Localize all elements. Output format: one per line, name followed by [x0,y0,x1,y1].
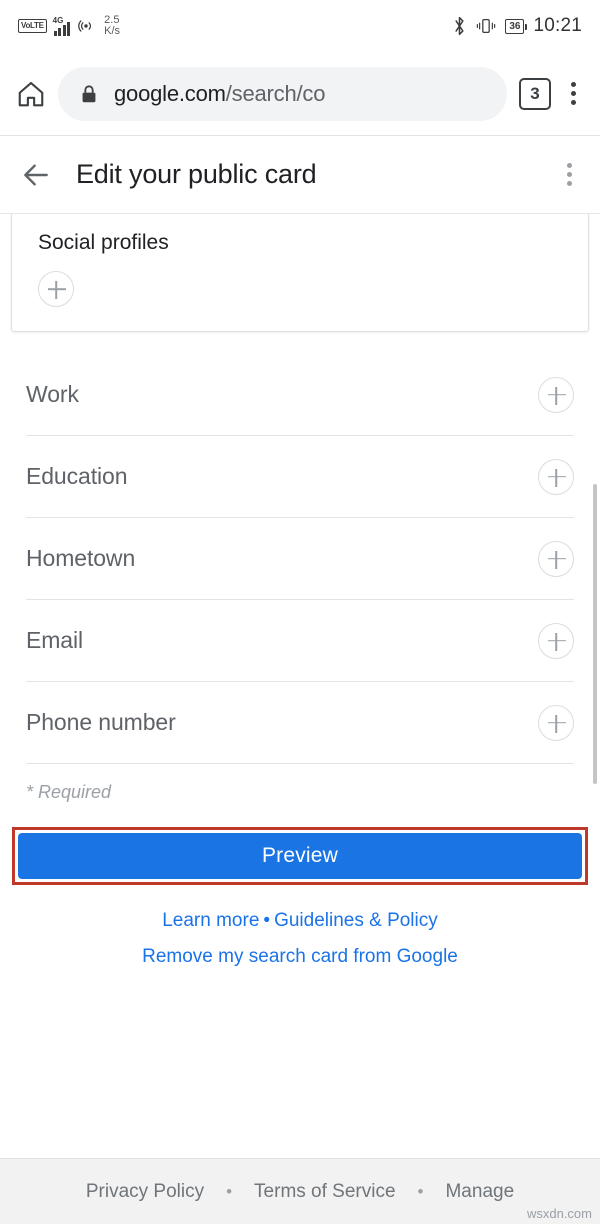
field-label-education: Education [26,463,128,489]
phone-screen: VoLTE 4G 2.5 K/s 36 10:21 google.com/sea… [0,0,600,1224]
footer-links: Learn more • Guidelines & Policy Remove my… [0,903,600,975]
add-phone-number-button[interactable] [538,704,574,741]
status-bar-left: VoLTE 4G 2.5 K/s [18,15,120,37]
vertical-scrollbar[interactable] [593,484,597,784]
lock-icon [82,84,96,102]
clock-label: 10:21 [533,15,582,36]
add-education-button[interactable] [538,458,574,495]
terms-of-service-link[interactable]: Terms of Service [254,1181,395,1203]
hotspot-icon [78,20,92,32]
field-label-work: Work [26,381,79,407]
data-rate-indicator: 2.5 K/s [104,15,120,37]
field-label-email: Email [26,627,84,653]
bluetooth-icon [455,16,464,36]
address-bar[interactable]: google.com/search/co [58,66,507,121]
table-row[interactable]: Email [26,600,574,682]
add-hometown-button[interactable] [538,540,574,577]
watermark-label: wsxdn.com [526,1206,592,1221]
required-note: * Required [26,782,112,802]
field-list: Work Education Hometown Email Phone numb… [0,354,600,764]
network-generation-label: 4G [52,15,64,25]
field-label-phone-number: Phone number [26,709,176,735]
url-domain: google.com [114,80,226,106]
social-profiles-card: Social profiles [11,214,589,332]
add-social-profile-button[interactable] [38,271,74,307]
table-row[interactable]: Education [26,436,574,518]
guidelines-policy-link[interactable]: Guidelines & Policy [274,910,438,931]
remove-card-line: Remove my search card from Google [0,939,600,975]
status-bar-right: 36 10:21 [452,15,582,37]
page-footer: Privacy Policy • Terms of Service • Mana… [0,1158,600,1224]
social-profiles-title: Social profiles [38,231,169,254]
field-label-hometown: Hometown [26,545,136,571]
back-arrow-icon[interactable] [20,159,52,191]
manage-link[interactable]: Manage [445,1181,514,1203]
page-title: Edit your public card [76,159,317,189]
status-bar: VoLTE 4G 2.5 K/s 36 10:21 [0,0,600,52]
volte-icon: VoLTE [18,18,47,34]
url-path: /search/co [225,80,326,106]
browser-overflow-menu-icon[interactable] [563,78,584,109]
add-work-button[interactable] [538,376,574,413]
learn-more-link[interactable]: Learn more [162,910,259,931]
vibrate-icon [477,19,496,33]
battery-icon: 36 [505,18,528,34]
footer-separator: • [417,1181,424,1201]
remove-search-card-link[interactable]: Remove my search card from Google [142,946,458,967]
social-profiles-body [38,271,562,307]
home-icon[interactable] [16,79,46,109]
link-separator: • [263,910,271,931]
page-header: Edit your public card [0,136,600,214]
table-row[interactable]: Work [26,354,574,436]
preview-highlight-region: Preview [12,827,588,885]
preview-button[interactable]: Preview [18,833,582,879]
privacy-policy-link[interactable]: Privacy Policy [86,1181,204,1203]
footer-separator: • [226,1181,233,1201]
form-content: Social profiles Work Education Hometown … [0,214,600,1158]
table-row[interactable]: Hometown [26,518,574,600]
learn-more-line: Learn more • Guidelines & Policy [0,903,600,939]
add-email-button[interactable] [538,622,574,659]
signal-strength-icon: 4G [52,15,71,36]
url-text: google.com/search/co [114,81,325,107]
tab-switcher-button[interactable]: 3 [519,77,551,110]
page-overflow-menu-icon[interactable] [559,159,580,190]
data-rate-unit: K/s [104,25,121,37]
browser-toolbar: google.com/search/co 3 [0,52,600,136]
table-row[interactable]: Phone number [26,682,574,764]
